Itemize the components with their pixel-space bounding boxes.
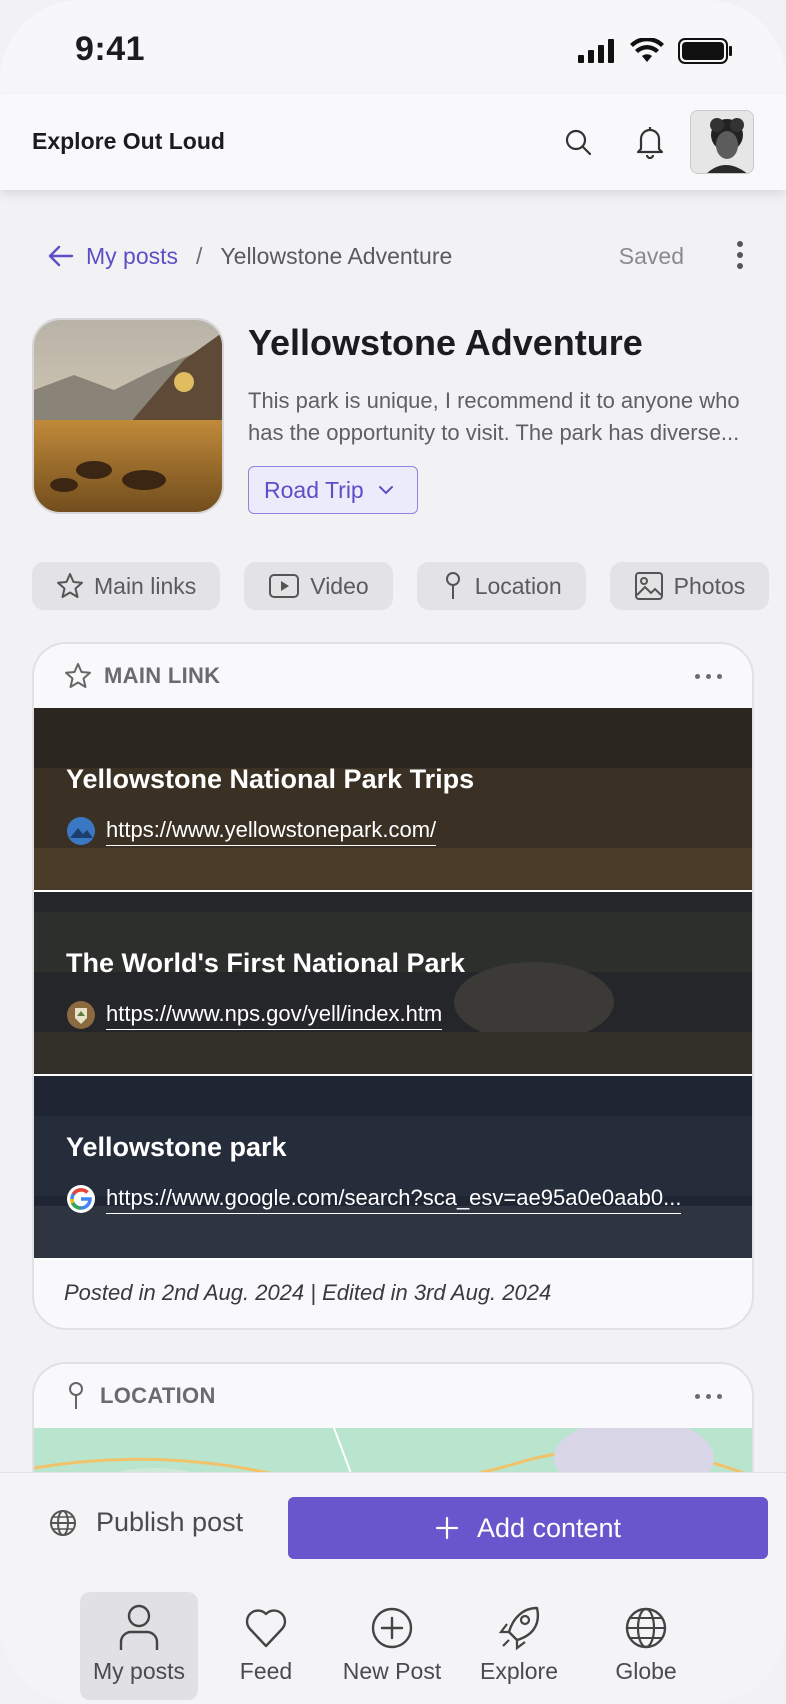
status-bar: 9:41	[0, 0, 786, 94]
tab-location-label: Location	[474, 572, 562, 599]
category-label: Road Trip	[264, 476, 364, 503]
wifi-icon	[630, 38, 664, 62]
tab-location[interactable]: Location	[416, 562, 586, 610]
main-link-card: MAIN LINK Yellowstone National Park Trip…	[32, 642, 754, 1330]
back-link-label: My posts	[86, 242, 179, 269]
saved-status: Saved	[618, 242, 684, 269]
pin-icon	[69, 1382, 83, 1409]
post-dates: Posted in 2nd Aug. 2024 | Edited in 3rd …	[64, 1280, 552, 1305]
tabbar-item-my-posts[interactable]: My posts	[80, 1592, 198, 1700]
status-time: 9:41	[75, 30, 146, 68]
image-icon	[634, 572, 663, 600]
tab-main-links[interactable]: Main links	[32, 562, 221, 610]
chevron-down-icon	[378, 486, 393, 495]
publish-post-label: Publish post	[96, 1507, 244, 1537]
pin-icon	[445, 572, 460, 599]
app-header: Explore Out Loud	[0, 94, 786, 190]
globe-icon	[50, 1509, 76, 1536]
tabbar-item-feed[interactable]: Feed	[207, 1592, 325, 1700]
link-url[interactable]: https://www.yellowstonepark.com/	[66, 816, 437, 846]
tabbar-item-globe[interactable]: Globe	[587, 1592, 705, 1700]
link-title: The World's First National Park	[66, 948, 466, 978]
link-url-text: https://www.nps.gov/yell/index.htm	[106, 1001, 443, 1030]
main-link-heading-label: MAIN LINK	[104, 663, 221, 688]
star-icon	[57, 573, 83, 598]
bottom-tab-bar: My posts Feed New Post Explore Globe	[0, 1582, 786, 1704]
tabbar-item-new-post[interactable]: New Post	[333, 1592, 451, 1700]
more-horizontal-icon[interactable]	[695, 674, 722, 679]
plus-circle-icon	[371, 1607, 413, 1649]
category-dropdown[interactable]: Road Trip	[248, 466, 418, 514]
google-favicon-icon	[67, 1185, 95, 1213]
tab-video-label: Video	[310, 572, 369, 599]
tabbar-label: My posts	[92, 1658, 186, 1684]
link-background	[34, 1076, 752, 1258]
yellowstone-favicon-icon	[67, 817, 95, 845]
location-heading: LOCATION	[34, 1364, 752, 1428]
tab-main-links-label: Main links	[94, 572, 197, 599]
add-content-button[interactable]: Add content	[288, 1497, 768, 1559]
tab-photos[interactable]: Photos	[609, 562, 770, 610]
globe-icon	[625, 1607, 667, 1649]
post-title: Yellowstone Adventure	[248, 322, 643, 363]
breadcrumb: My posts / Yellowstone Adventure Saved	[48, 236, 746, 276]
tabbar-label: New Post	[342, 1658, 442, 1684]
action-bar: Publish post Add content	[0, 1472, 786, 1582]
tabbar-label: Globe	[615, 1658, 677, 1684]
add-content-label: Add content	[476, 1512, 622, 1543]
location-heading-label: LOCATION	[100, 1383, 216, 1408]
person-icon	[119, 1604, 159, 1650]
arrow-left-icon	[48, 245, 74, 267]
app-brand: Explore Out Loud	[32, 128, 225, 154]
link-item[interactable]: Yellowstone park https://www.google.com/…	[34, 1076, 752, 1260]
section-tabs: Main links Video Location Photos	[32, 562, 770, 610]
tabbar-label: Explore	[480, 1658, 558, 1684]
link-url-text: https://www.yellowstonepark.com/	[106, 817, 437, 846]
tab-video[interactable]: Video	[244, 562, 393, 610]
phone-screen: 9:41 Explore Out Loud My posts / Yellows…	[0, 0, 786, 1704]
heart-icon	[245, 1609, 287, 1648]
link-background	[34, 708, 752, 890]
publish-post-button[interactable]: Publish post	[48, 1507, 243, 1538]
link-title: Yellowstone park	[66, 1132, 287, 1162]
profile-avatar[interactable]	[690, 110, 754, 174]
link-url[interactable]: https://www.nps.gov/yell/index.htm	[66, 1000, 443, 1030]
tab-photos-label: Photos	[673, 572, 746, 599]
post-description: This park is unique, I recommend it to a…	[248, 388, 740, 445]
link-item[interactable]: The World's First National Park https://…	[34, 892, 752, 1076]
main-link-heading: MAIN LINK	[34, 644, 752, 708]
plus-icon	[435, 1516, 459, 1540]
more-horizontal-icon[interactable]	[695, 1394, 722, 1399]
post-cover-image[interactable]	[32, 318, 224, 514]
link-url-text: https://www.google.com/search?sca_esv=ae…	[106, 1185, 682, 1214]
nps-favicon-icon	[67, 1001, 95, 1029]
bell-icon[interactable]	[632, 124, 668, 160]
battery-icon	[678, 38, 732, 64]
back-link[interactable]: My posts	[48, 243, 178, 270]
link-background	[34, 892, 752, 1074]
video-icon	[269, 574, 300, 598]
link-url[interactable]: https://www.google.com/search?sca_esv=ae…	[66, 1184, 682, 1214]
rocket-icon	[498, 1606, 540, 1651]
tabbar-item-explore[interactable]: Explore	[460, 1592, 578, 1700]
link-item[interactable]: Yellowstone National Park Trips https://…	[34, 708, 752, 892]
signal-icon	[578, 39, 614, 63]
breadcrumb-separator: /	[196, 242, 203, 269]
breadcrumb-current: Yellowstone Adventure	[220, 242, 453, 269]
link-title: Yellowstone National Park Trips	[66, 764, 475, 794]
more-vertical-icon[interactable]	[734, 240, 746, 276]
search-icon[interactable]	[560, 124, 596, 160]
star-icon	[65, 663, 91, 688]
tabbar-label: Feed	[239, 1658, 293, 1684]
status-icons	[578, 38, 734, 64]
